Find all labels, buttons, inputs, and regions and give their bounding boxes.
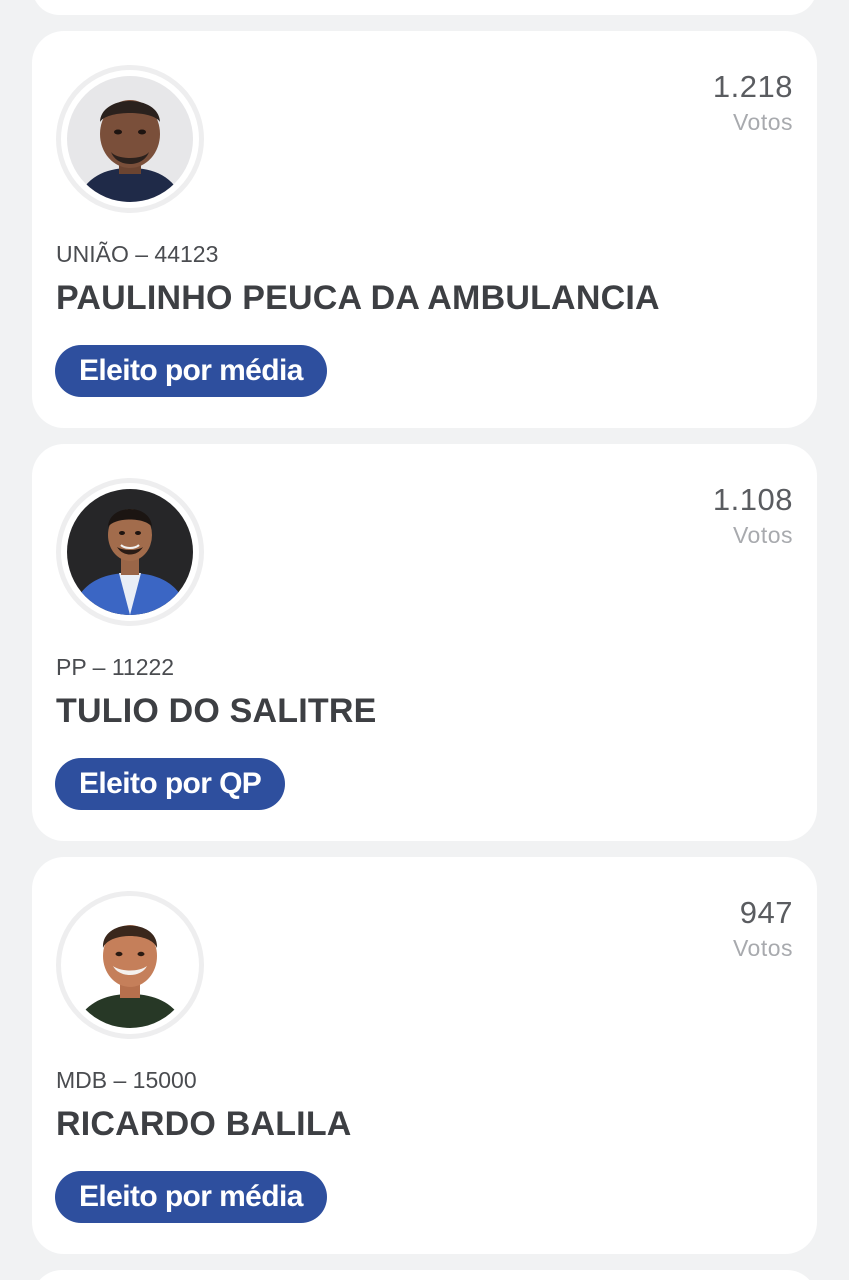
vote-count: 1.218 (712, 69, 793, 104)
vote-tally: 947 Votos (733, 895, 793, 965)
vote-tally: 1.218 Votos (713, 69, 793, 139)
next-candidate-card[interactable] (32, 1270, 817, 1280)
candidate-photo (67, 902, 193, 1028)
candidate-card[interactable]: 1.108 Votos PP – 11222 TULIO DO SALITRE … (32, 444, 817, 841)
avatar (56, 478, 204, 626)
candidate-name: PAULINHO PEUCA DA AMBULANCIA (56, 279, 660, 317)
party-and-number: MDB – 15000 (56, 1067, 197, 1093)
vote-tally: 1.108 Votos (713, 482, 793, 552)
party-and-number: UNIÃO – 44123 (56, 241, 219, 267)
vote-count: 947 (739, 895, 793, 930)
candidate-card[interactable]: 947 Votos MDB – 15000 RICARDO BALILA Ele… (32, 857, 817, 1254)
votes-label: Votos (732, 109, 793, 135)
candidate-name: RICARDO BALILA (56, 1105, 352, 1143)
party-and-number: PP – 11222 (56, 654, 175, 680)
election-status-badge: Eleito por QP (55, 758, 286, 810)
candidate-photo (67, 76, 193, 202)
previous-candidate-card[interactable] (32, 0, 817, 15)
election-status-badge: Eleito por média (55, 1171, 327, 1223)
votes-label: Votos (732, 935, 793, 961)
vote-count: 1.108 (712, 482, 793, 517)
candidate-name: TULIO DO SALITRE (56, 692, 377, 730)
avatar (56, 891, 204, 1039)
candidate-results-list: 1.218 Votos UNIÃO – 44123 PAULINHO PEUCA… (0, 0, 849, 1280)
avatar (56, 65, 204, 213)
election-status-badge: Eleito por média (55, 345, 327, 397)
candidate-card[interactable]: 1.218 Votos UNIÃO – 44123 PAULINHO PEUCA… (32, 31, 817, 428)
votes-label: Votos (732, 522, 793, 548)
candidate-photo (67, 489, 193, 615)
